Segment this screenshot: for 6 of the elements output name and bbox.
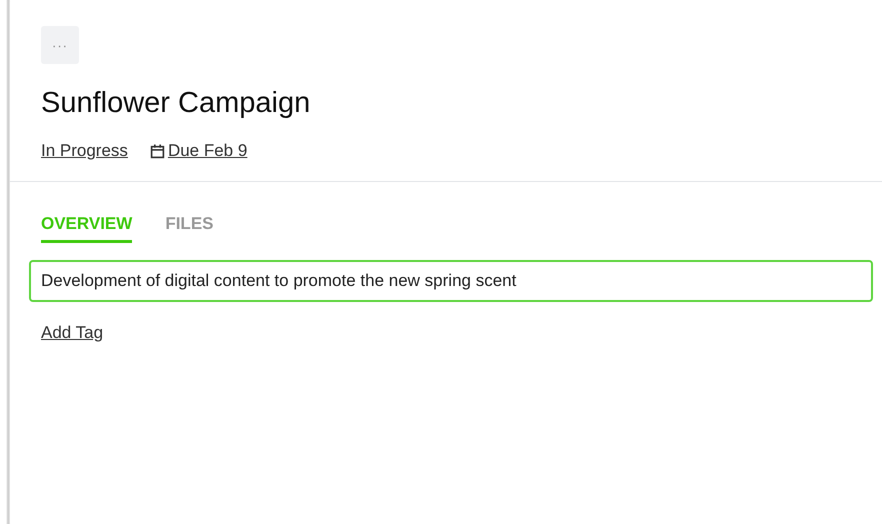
status-link[interactable]: In Progress [41, 141, 128, 161]
description-field[interactable]: Development of digital content to promote the new spring scent [29, 260, 873, 302]
add-tag-link[interactable]: Add Tag [41, 323, 104, 343]
calendar-icon [150, 144, 165, 158]
project-title: Sunflower Campaign [41, 87, 312, 120]
due-date-link[interactable]: Due Feb 9 [150, 141, 248, 161]
